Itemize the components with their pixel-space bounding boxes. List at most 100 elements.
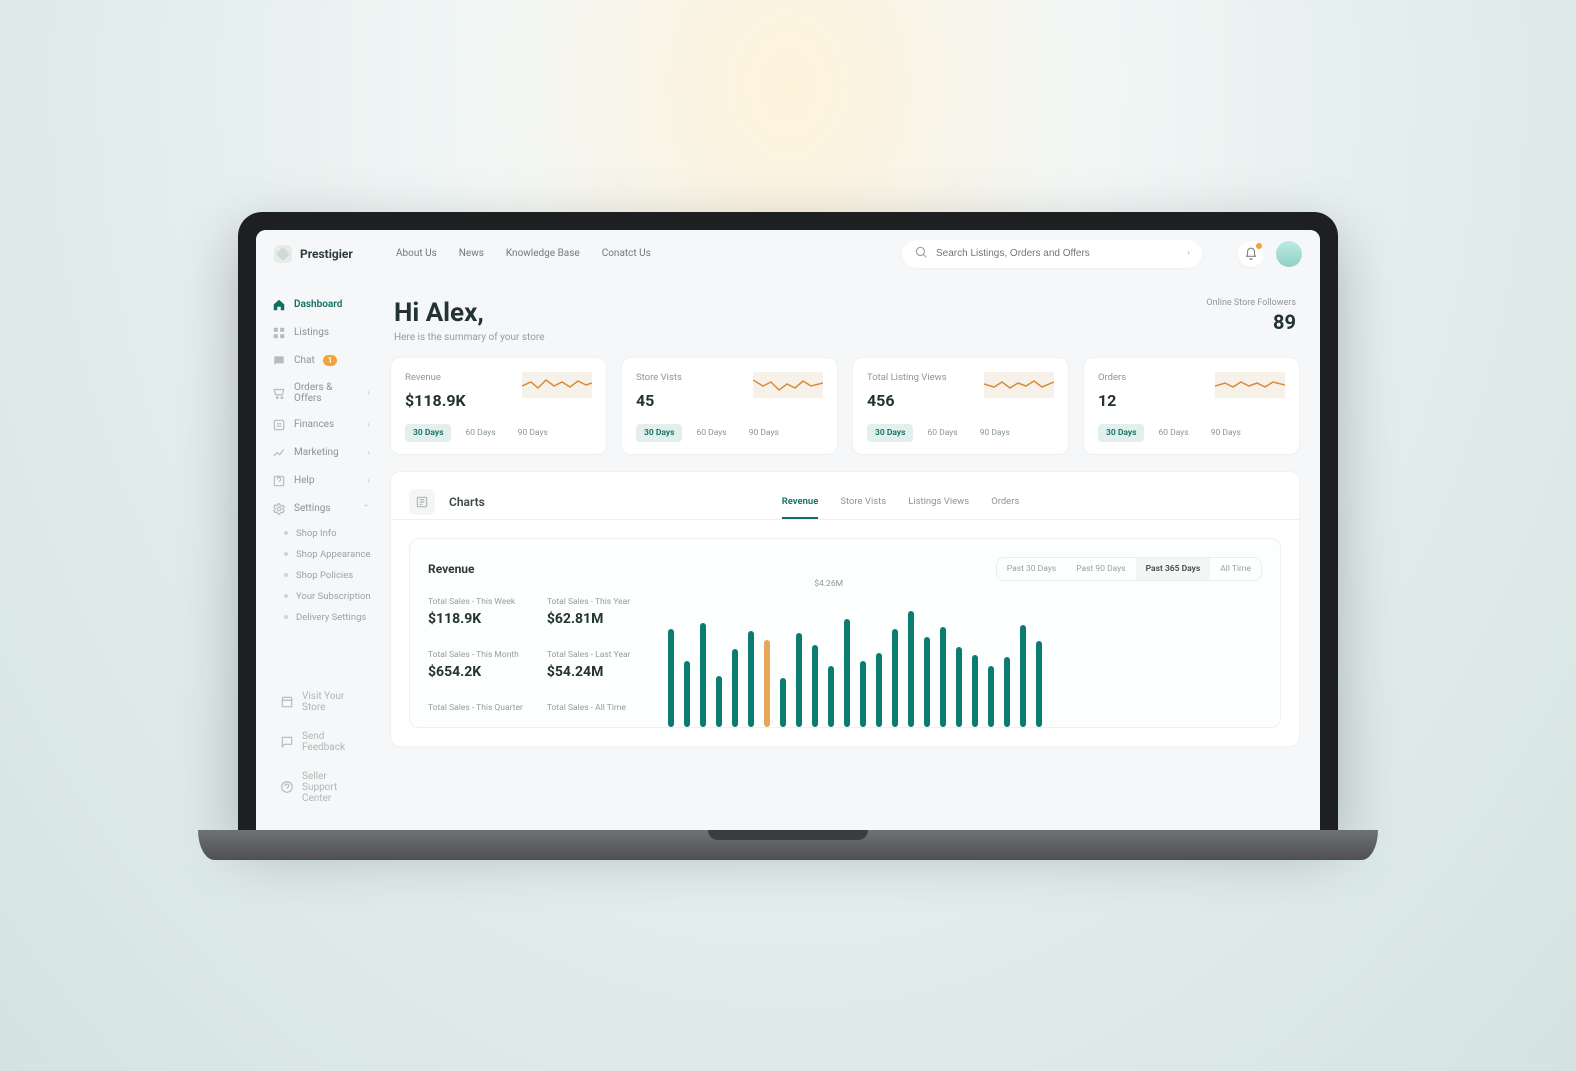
stat-value: 12 [1098, 391, 1126, 410]
nav-news[interactable]: News [459, 248, 484, 259]
range-90[interactable]: 90 Days [510, 424, 556, 442]
footer-label: Send Feedback [302, 731, 362, 753]
range-90[interactable]: 90 Days [1203, 424, 1249, 442]
search-input[interactable] [936, 248, 1179, 259]
total-alltime: Total Sales - All Time [547, 703, 642, 726]
tab-orders[interactable]: Orders [991, 486, 1019, 519]
bar[interactable] [908, 611, 914, 727]
avatar[interactable] [1276, 241, 1302, 267]
bar-tooltip: $4.26M [814, 579, 843, 589]
footer-label: Seller Support Center [302, 771, 362, 804]
chart-flex: Total Sales - This Week $118.9K Total Sa… [428, 597, 1262, 727]
bar[interactable] [732, 649, 738, 726]
sub-label: Shop Appearance [296, 549, 371, 560]
total-label: Total Sales - This Year [547, 597, 642, 607]
bar[interactable] [748, 631, 754, 727]
sub-shop-info[interactable]: Shop Info [264, 524, 378, 543]
charts-title: Charts [449, 495, 485, 509]
total-month: Total Sales - This Month $654.2K [428, 650, 523, 689]
sub-appearance[interactable]: Shop Appearance [264, 545, 378, 564]
range-60[interactable]: 60 Days [1150, 424, 1196, 442]
bar[interactable] [844, 619, 850, 727]
bar[interactable] [1020, 625, 1026, 727]
sidebar-item-dashboard[interactable]: Dashboard [264, 292, 378, 318]
sidebar-item-listings[interactable]: Listings [264, 320, 378, 346]
range-60[interactable]: 60 Days [688, 424, 734, 442]
bar[interactable] [988, 666, 994, 727]
finance-icon [272, 418, 286, 432]
sub-delivery[interactable]: Delivery Settings [264, 608, 378, 627]
sub-subscription[interactable]: Your Subscription [264, 587, 378, 606]
bar[interactable] [972, 655, 978, 726]
range-30[interactable]: 30 Days [405, 424, 451, 442]
sparkline-icon [1215, 372, 1285, 398]
bar[interactable] [716, 676, 722, 727]
bar[interactable] [796, 633, 802, 727]
sidebar-item-help[interactable]: Help › [264, 468, 378, 494]
chevron-right-icon: › [367, 448, 370, 458]
stat-label: Revenue [405, 372, 466, 383]
chevron-up-icon: ⌃ [362, 504, 370, 514]
total-last-year: Total Sales - Last Year $54.24M [547, 650, 642, 689]
notifications-button[interactable] [1238, 241, 1264, 267]
bar[interactable] [828, 666, 834, 727]
nav-contact[interactable]: Conatct Us [602, 248, 651, 259]
bar[interactable] [1036, 641, 1042, 726]
range-30[interactable]: 30 Days [1098, 424, 1144, 442]
nav-about[interactable]: About Us [396, 248, 437, 259]
footer-label: Visit Your Store [302, 691, 362, 713]
range-60[interactable]: 60 Days [919, 424, 965, 442]
charts-header: Charts Revenue Store Vists Listings View… [391, 472, 1299, 519]
sidebar-label: Orders & Offers [294, 382, 359, 404]
tab-revenue[interactable]: Revenue [782, 486, 819, 519]
seg-all[interactable]: All Time [1210, 558, 1261, 580]
range-30[interactable]: 30 Days [867, 424, 913, 442]
nav-kb[interactable]: Knowledge Base [506, 248, 580, 259]
bar[interactable] [684, 661, 690, 726]
sidebar-item-marketing[interactable]: Marketing › [264, 440, 378, 466]
search-bar[interactable]: › [902, 240, 1202, 268]
range-60[interactable]: 60 Days [457, 424, 503, 442]
bar-chart: $4.26M [668, 597, 1262, 727]
chart-panel: Revenue Past 30 Days Past 90 Days Past 3… [409, 538, 1281, 728]
home-icon [272, 298, 286, 312]
brand[interactable]: Prestigier [274, 245, 374, 263]
bar[interactable] [860, 661, 866, 726]
seg-30[interactable]: Past 30 Days [997, 558, 1066, 580]
bar[interactable] [940, 627, 946, 727]
sidebar-item-chat[interactable]: Chat 1 [264, 348, 378, 374]
range-90[interactable]: 90 Days [972, 424, 1018, 442]
total-label: Total Sales - This Month [428, 650, 523, 660]
bar[interactable] [764, 640, 770, 727]
bar[interactable] [700, 623, 706, 727]
sub-policies[interactable]: Shop Policies [264, 566, 378, 585]
sidebar-item-settings[interactable]: Settings ⌃ [264, 496, 378, 522]
bar[interactable] [668, 629, 674, 727]
sidebar-item-orders[interactable]: Orders & Offers › [264, 376, 378, 410]
total-year: Total Sales - This Year $62.81M [547, 597, 642, 636]
total-label: Total Sales - Last Year [547, 650, 642, 660]
tab-visits[interactable]: Store Vists [840, 486, 886, 519]
tab-views[interactable]: Listings Views [908, 486, 969, 519]
sidebar-label: Help [294, 475, 314, 486]
stat-value: $118.9K [405, 391, 466, 410]
bar[interactable] [876, 653, 882, 726]
bar[interactable] [892, 629, 898, 727]
total-quarter: Total Sales - This Quarter [428, 703, 523, 726]
range-90[interactable]: 90 Days [741, 424, 787, 442]
app-root: Prestigier About Us News Knowledge Base … [256, 230, 1320, 830]
support-center-link[interactable]: Seller Support Center [272, 765, 370, 810]
bar[interactable] [780, 678, 786, 727]
bar[interactable] [956, 647, 962, 726]
range-row: 30 Days 60 Days 90 Days [867, 424, 1054, 442]
visit-store-link[interactable]: Visit Your Store [272, 685, 370, 719]
seg-365[interactable]: Past 365 Days [1136, 558, 1211, 580]
sidebar-item-finances[interactable]: Finances › [264, 412, 378, 438]
charts-section: Charts Revenue Store Vists Listings View… [390, 471, 1300, 747]
seg-90[interactable]: Past 90 Days [1066, 558, 1135, 580]
bar[interactable] [924, 637, 930, 726]
bar[interactable] [1004, 657, 1010, 726]
bar[interactable] [812, 645, 818, 726]
range-30[interactable]: 30 Days [636, 424, 682, 442]
send-feedback-link[interactable]: Send Feedback [272, 725, 370, 759]
